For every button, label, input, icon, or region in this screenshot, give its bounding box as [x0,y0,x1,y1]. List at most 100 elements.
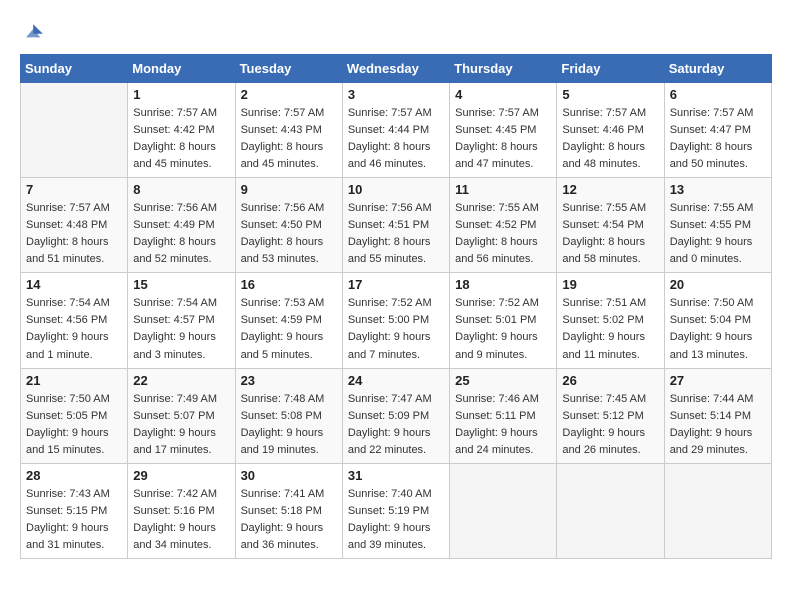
day-info: Sunrise: 7:54 AMSunset: 4:56 PMDaylight:… [26,295,122,363]
day-info: Sunrise: 7:52 AMSunset: 5:00 PMDaylight:… [348,295,444,363]
calendar-cell: 30 Sunrise: 7:41 AMSunset: 5:18 PMDayligh… [235,463,342,558]
day-info: Sunrise: 7:47 AMSunset: 5:09 PMDaylight:… [348,391,444,459]
day-number: 1 [133,87,229,102]
calendar-cell: 29Sunrise: 7:42 AMSunset: 5:16 PMDayligh… [128,463,235,558]
logo-icon [20,20,44,44]
day-info: Sunrise: 7:55 AMSunset: 4:54 PMDaylight:… [562,200,658,268]
calendar-cell: 7 Sunrise: 7:57 AMSunset: 4:48 PMDaylight… [21,178,128,273]
day-number: 30 [241,468,337,483]
day-info: Sunrise: 7:51 AMSunset: 5:02 PMDaylight:… [562,295,658,363]
calendar-cell: 3Sunrise: 7:57 AMSunset: 4:44 PMDaylight… [342,83,449,178]
calendar-cell: 16 Sunrise: 7:53 AMSunset: 4:59 PMDayligh… [235,273,342,368]
day-number: 26 [562,373,658,388]
calendar-cell: 31Sunrise: 7:40 AMSunset: 5:19 PMDayligh… [342,463,449,558]
calendar-cell: 2 Sunrise: 7:57 AMSunset: 4:43 PMDaylight… [235,83,342,178]
day-number: 5 [562,87,658,102]
calendar-cell: 14 Sunrise: 7:54 AMSunset: 4:56 PMDayligh… [21,273,128,368]
day-info: Sunrise: 7:50 AMSunset: 5:05 PMDaylight:… [26,391,122,459]
day-number: 27 [670,373,766,388]
day-info: Sunrise: 7:57 AMSunset: 4:44 PMDaylight:… [348,105,444,173]
day-info: Sunrise: 7:56 AMSunset: 4:49 PMDaylight:… [133,200,229,268]
day-number: 2 [241,87,337,102]
day-number: 12 [562,182,658,197]
calendar-cell [664,463,771,558]
day-info: Sunrise: 7:55 AMSunset: 4:55 PMDaylight:… [670,200,766,268]
day-info: Sunrise: 7:57 AMSunset: 4:43 PMDaylight:… [241,105,337,173]
header-monday: Monday [128,55,235,83]
day-number: 7 [26,182,122,197]
day-info: Sunrise: 7:50 AMSunset: 5:04 PMDaylight:… [670,295,766,363]
day-info: Sunrise: 7:57 AMSunset: 4:45 PMDaylight:… [455,105,551,173]
day-number: 6 [670,87,766,102]
calendar-cell: 21Sunrise: 7:50 AMSunset: 5:05 PMDayligh… [21,368,128,463]
calendar-week-1: 7 Sunrise: 7:57 AMSunset: 4:48 PMDaylight… [21,178,772,273]
day-number: 11 [455,182,551,197]
day-info: Sunrise: 7:44 AMSunset: 5:14 PMDaylight:… [670,391,766,459]
calendar-cell [21,83,128,178]
day-info: Sunrise: 7:54 AMSunset: 4:57 PMDaylight:… [133,295,229,363]
day-number: 13 [670,182,766,197]
day-number: 4 [455,87,551,102]
day-info: Sunrise: 7:41 AMSunset: 5:18 PMDaylight:… [241,486,337,554]
calendar-week-4: 28 Sunrise: 7:43 AMSunset: 5:15 PMDayligh… [21,463,772,558]
day-number: 16 [241,277,337,292]
header-thursday: Thursday [450,55,557,83]
day-number: 24 [348,373,444,388]
calendar-cell: 5 Sunrise: 7:57 AMSunset: 4:46 PMDaylight… [557,83,664,178]
day-number: 8 [133,182,229,197]
day-info: Sunrise: 7:57 AMSunset: 4:42 PMDaylight:… [133,105,229,173]
day-info: Sunrise: 7:45 AMSunset: 5:12 PMDaylight:… [562,391,658,459]
calendar-cell: 20 Sunrise: 7:50 AMSunset: 5:04 PMDayligh… [664,273,771,368]
day-number: 28 [26,468,122,483]
day-info: Sunrise: 7:57 AMSunset: 4:46 PMDaylight:… [562,105,658,173]
header-tuesday: Tuesday [235,55,342,83]
calendar-cell: 24 Sunrise: 7:47 AMSunset: 5:09 PMDayligh… [342,368,449,463]
calendar-cell: 6 Sunrise: 7:57 AMSunset: 4:47 PMDaylight… [664,83,771,178]
calendar-cell: 9 Sunrise: 7:56 AMSunset: 4:50 PMDaylight… [235,178,342,273]
day-number: 19 [562,277,658,292]
day-number: 17 [348,277,444,292]
day-number: 25 [455,373,551,388]
calendar-cell: 13 Sunrise: 7:55 AMSunset: 4:55 PMDayligh… [664,178,771,273]
day-number: 14 [26,277,122,292]
day-info: Sunrise: 7:52 AMSunset: 5:01 PMDaylight:… [455,295,551,363]
calendar-cell: 8 Sunrise: 7:56 AMSunset: 4:49 PMDaylight… [128,178,235,273]
calendar-cell: 11 Sunrise: 7:55 AMSunset: 4:52 PMDayligh… [450,178,557,273]
calendar-cell: 10Sunrise: 7:56 AMSunset: 4:51 PMDayligh… [342,178,449,273]
header-wednesday: Wednesday [342,55,449,83]
calendar-cell: 19 Sunrise: 7:51 AMSunset: 5:02 PMDayligh… [557,273,664,368]
header-sunday: Sunday [21,55,128,83]
calendar-cell: 25 Sunrise: 7:46 AMSunset: 5:11 PMDayligh… [450,368,557,463]
day-number: 22 [133,373,229,388]
calendar-header-row: SundayMondayTuesdayWednesdayThursdayFrid… [21,55,772,83]
day-number: 20 [670,277,766,292]
day-info: Sunrise: 7:57 AMSunset: 4:48 PMDaylight:… [26,200,122,268]
logo [20,20,46,44]
day-info: Sunrise: 7:53 AMSunset: 4:59 PMDaylight:… [241,295,337,363]
calendar-cell: 1 Sunrise: 7:57 AMSunset: 4:42 PMDaylight… [128,83,235,178]
day-number: 15 [133,277,229,292]
day-info: Sunrise: 7:43 AMSunset: 5:15 PMDaylight:… [26,486,122,554]
day-number: 10 [348,182,444,197]
calendar-cell [450,463,557,558]
calendar-cell: 23Sunrise: 7:48 AMSunset: 5:08 PMDayligh… [235,368,342,463]
day-info: Sunrise: 7:40 AMSunset: 5:19 PMDaylight:… [348,486,444,554]
calendar-table: SundayMondayTuesdayWednesdayThursdayFrid… [20,54,772,559]
day-info: Sunrise: 7:42 AMSunset: 5:16 PMDaylight:… [133,486,229,554]
calendar-cell: 17 Sunrise: 7:52 AMSunset: 5:00 PMDayligh… [342,273,449,368]
day-info: Sunrise: 7:57 AMSunset: 4:47 PMDaylight:… [670,105,766,173]
calendar-week-3: 21Sunrise: 7:50 AMSunset: 5:05 PMDayligh… [21,368,772,463]
header-saturday: Saturday [664,55,771,83]
day-number: 23 [241,373,337,388]
calendar-cell: 26 Sunrise: 7:45 AMSunset: 5:12 PMDayligh… [557,368,664,463]
calendar-cell [557,463,664,558]
page-header [20,20,772,44]
day-number: 18 [455,277,551,292]
day-info: Sunrise: 7:56 AMSunset: 4:50 PMDaylight:… [241,200,337,268]
header-friday: Friday [557,55,664,83]
day-info: Sunrise: 7:46 AMSunset: 5:11 PMDaylight:… [455,391,551,459]
calendar-body: 1 Sunrise: 7:57 AMSunset: 4:42 PMDaylight… [21,83,772,559]
calendar-week-2: 14 Sunrise: 7:54 AMSunset: 4:56 PMDayligh… [21,273,772,368]
day-info: Sunrise: 7:55 AMSunset: 4:52 PMDaylight:… [455,200,551,268]
day-number: 9 [241,182,337,197]
